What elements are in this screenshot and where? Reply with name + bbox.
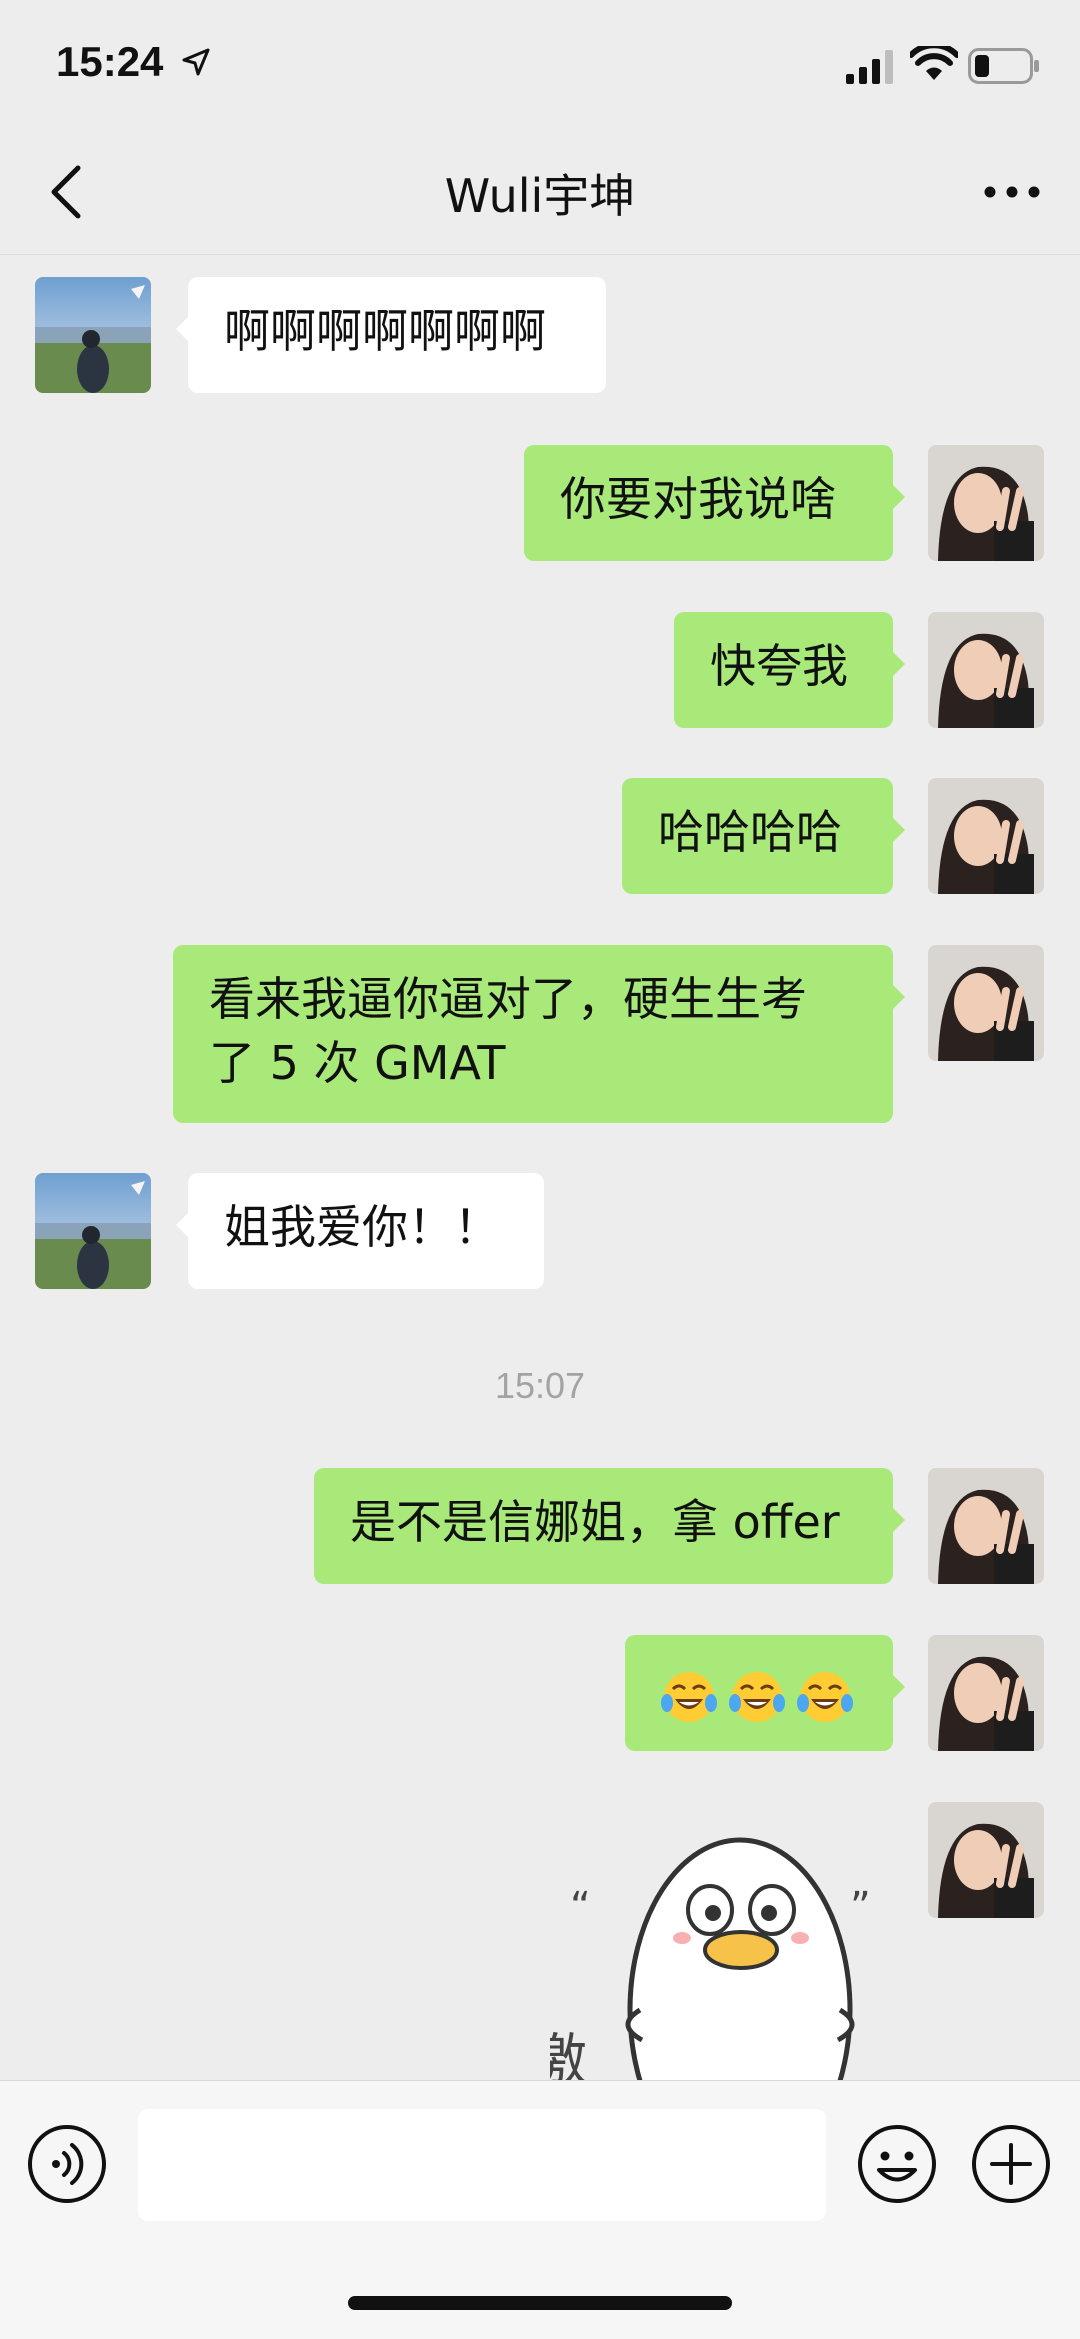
status-bar: 15:24	[0, 0, 1080, 130]
message-input[interactable]	[138, 2109, 826, 2221]
contact-avatar[interactable]	[35, 277, 151, 393]
my-avatar[interactable]	[928, 1635, 1044, 1751]
emoji-button[interactable]	[856, 2123, 938, 2209]
plus-icon	[972, 2125, 1050, 2203]
message-bubble[interactable]: 快夸我	[674, 612, 905, 728]
message-text: 是不是信娜姐，拿 offer	[350, 1495, 840, 1549]
my-avatar[interactable]	[928, 445, 1044, 561]
my-avatar-image	[928, 445, 1044, 561]
tears-of-joy-emoji-icon	[797, 1671, 853, 1722]
my-avatar[interactable]	[928, 1468, 1044, 1584]
message-text: 快夸我	[710, 639, 848, 693]
message-bubble[interactable]: 哈哈哈哈	[622, 778, 905, 894]
more-dots-icon	[984, 186, 1040, 198]
contact-avatar-image	[35, 277, 151, 393]
duck-sticker[interactable]: “ ” 激动	[550, 1810, 890, 2080]
my-avatar-image	[928, 1802, 1044, 1918]
my-avatar[interactable]	[928, 1802, 1044, 1918]
my-avatar-image	[928, 612, 1044, 728]
duck-beak	[703, 1930, 779, 1970]
tears-of-joy-emoji-icon	[729, 1671, 785, 1722]
my-avatar[interactable]	[928, 778, 1044, 894]
smiley-face-icon	[858, 2125, 936, 2203]
back-button[interactable]	[36, 156, 96, 228]
sticker-quote-close: ”	[850, 1884, 871, 1930]
my-avatar[interactable]	[928, 612, 1044, 728]
message-text: 啊啊啊啊啊啊啊	[224, 304, 546, 358]
my-avatar-image	[928, 945, 1044, 1061]
message-bubble[interactable]: 你要对我说啥	[524, 445, 905, 561]
battery-icon	[968, 48, 1039, 84]
my-avatar-image	[928, 1468, 1044, 1584]
wifi-icon	[910, 46, 958, 80]
message-text: 你要对我说啥	[560, 472, 836, 526]
message-bubble[interactable]: 是不是信娜姐，拿 offer	[314, 1468, 905, 1584]
voice-button[interactable]	[26, 2123, 108, 2209]
tears-of-joy-emoji-icon	[661, 1671, 717, 1722]
message-bubble[interactable]: 看来我逼你逼对了，硬生生考 了 5 次 GMAT	[173, 945, 905, 1123]
more-actions-button[interactable]	[970, 2123, 1052, 2209]
contact-avatar-image	[35, 1173, 151, 1289]
message-text-line: 看来我逼你逼对了，硬生生考	[209, 972, 807, 1026]
chat-title: Wuli宇坤	[444, 169, 636, 223]
home-indicator[interactable]	[348, 2296, 732, 2310]
message-text-line: 了 5 次 GMAT	[209, 1036, 506, 1090]
message-text: 姐我爱你！！	[224, 1200, 500, 1254]
message-text: 哈哈哈哈	[658, 805, 842, 859]
sticker-quote-open: “	[570, 1884, 591, 1930]
cellular-signal-icon	[846, 50, 893, 84]
message-list[interactable]: 啊啊啊啊啊啊啊 你要对我说啥 快夸我 哈哈哈哈 看来我逼你逼对了，硬生生考 了 …	[0, 255, 1080, 2080]
message-bubble[interactable]: 啊啊啊啊啊啊啊	[176, 277, 606, 393]
message-bubble[interactable]: 姐我爱你！！	[176, 1173, 544, 1289]
my-avatar-image	[928, 778, 1044, 894]
sticker-text: 激动	[550, 2030, 587, 2080]
nav-bar: Wuli宇坤	[0, 130, 1080, 255]
status-time: 15:24	[56, 38, 164, 85]
message-bubble[interactable]	[625, 1635, 905, 1751]
my-avatar[interactable]	[928, 945, 1044, 1061]
chat-screen: 15:24 Wuli宇坤 啊啊啊啊啊啊啊 你要对我说啥 快夸我 哈哈哈哈 看来我…	[0, 0, 1080, 2339]
chevron-left-icon	[51, 165, 81, 219]
location-arrow-icon	[182, 48, 210, 76]
voice-icon	[28, 2125, 106, 2203]
my-avatar-image	[928, 1635, 1044, 1751]
more-options-button[interactable]	[972, 156, 1052, 228]
message-timestamp: 15:07	[494, 1365, 586, 1406]
contact-avatar[interactable]	[35, 1173, 151, 1289]
